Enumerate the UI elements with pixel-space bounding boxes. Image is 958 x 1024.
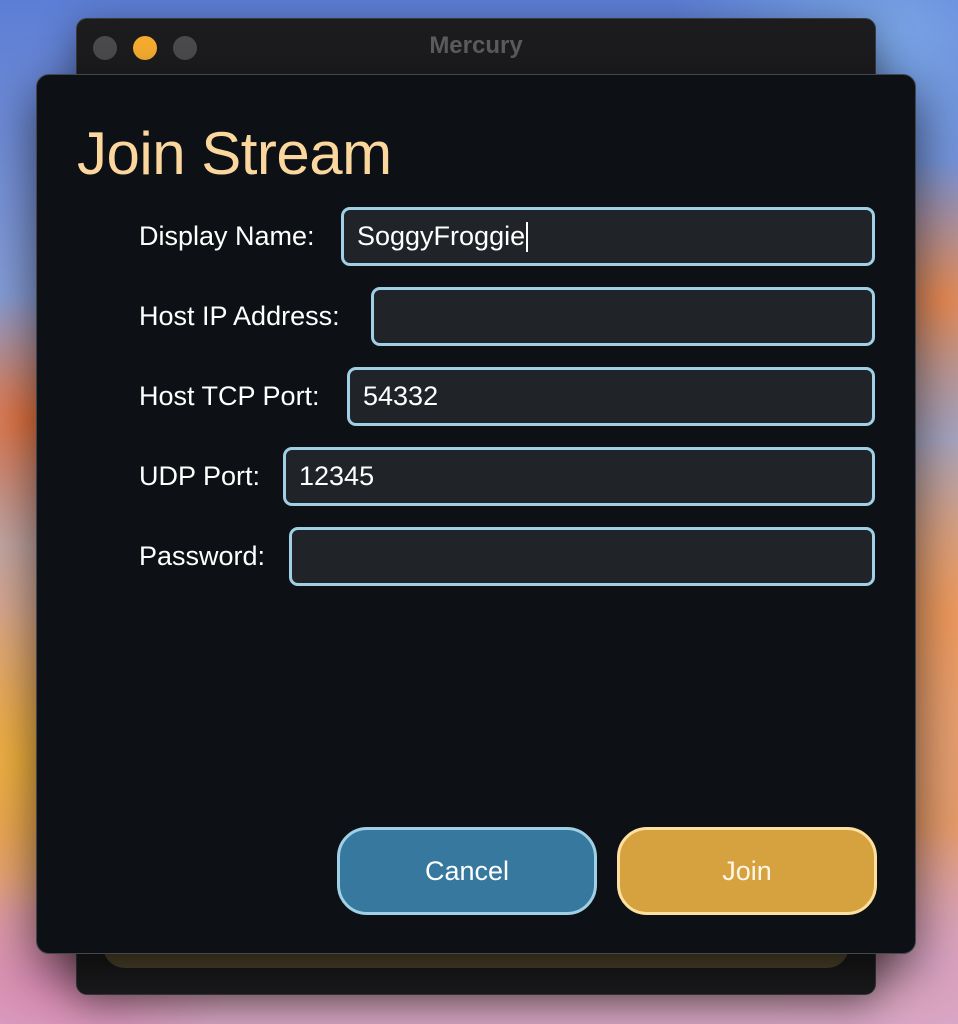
cancel-button[interactable]: Cancel <box>337 827 597 915</box>
join-stream-sheet: Join Stream Display Name: SoggyFroggie H… <box>36 74 916 954</box>
display-name-label: Display Name: <box>139 221 315 251</box>
host-tcp-port-label: Host TCP Port: <box>139 381 320 411</box>
host-tcp-port-field[interactable]: 54332 <box>347 367 875 426</box>
display-name-field[interactable]: SoggyFroggie <box>341 207 875 266</box>
cancel-button-label: Cancel <box>424 855 510 886</box>
udp-port-value: 12345 <box>299 461 375 491</box>
dialog-title: Join Stream <box>77 120 392 187</box>
password-label: Password: <box>139 541 266 571</box>
host-tcp-port-value: 54332 <box>363 381 439 411</box>
udp-port-field[interactable]: 12345 <box>283 447 875 506</box>
host-ip-label: Host IP Address: <box>139 301 340 331</box>
password-field[interactable] <box>289 527 875 586</box>
text-cursor <box>526 221 529 252</box>
window-title: Mercury <box>429 32 523 59</box>
join-button-label: Join <box>722 855 772 886</box>
udp-port-label: UDP Port: <box>139 461 261 491</box>
host-ip-field[interactable] <box>371 287 875 346</box>
window-titlebar[interactable]: Mercury <box>77 19 875 75</box>
display-name-value: SoggyFroggie <box>357 221 526 251</box>
join-button[interactable]: Join <box>617 827 877 915</box>
